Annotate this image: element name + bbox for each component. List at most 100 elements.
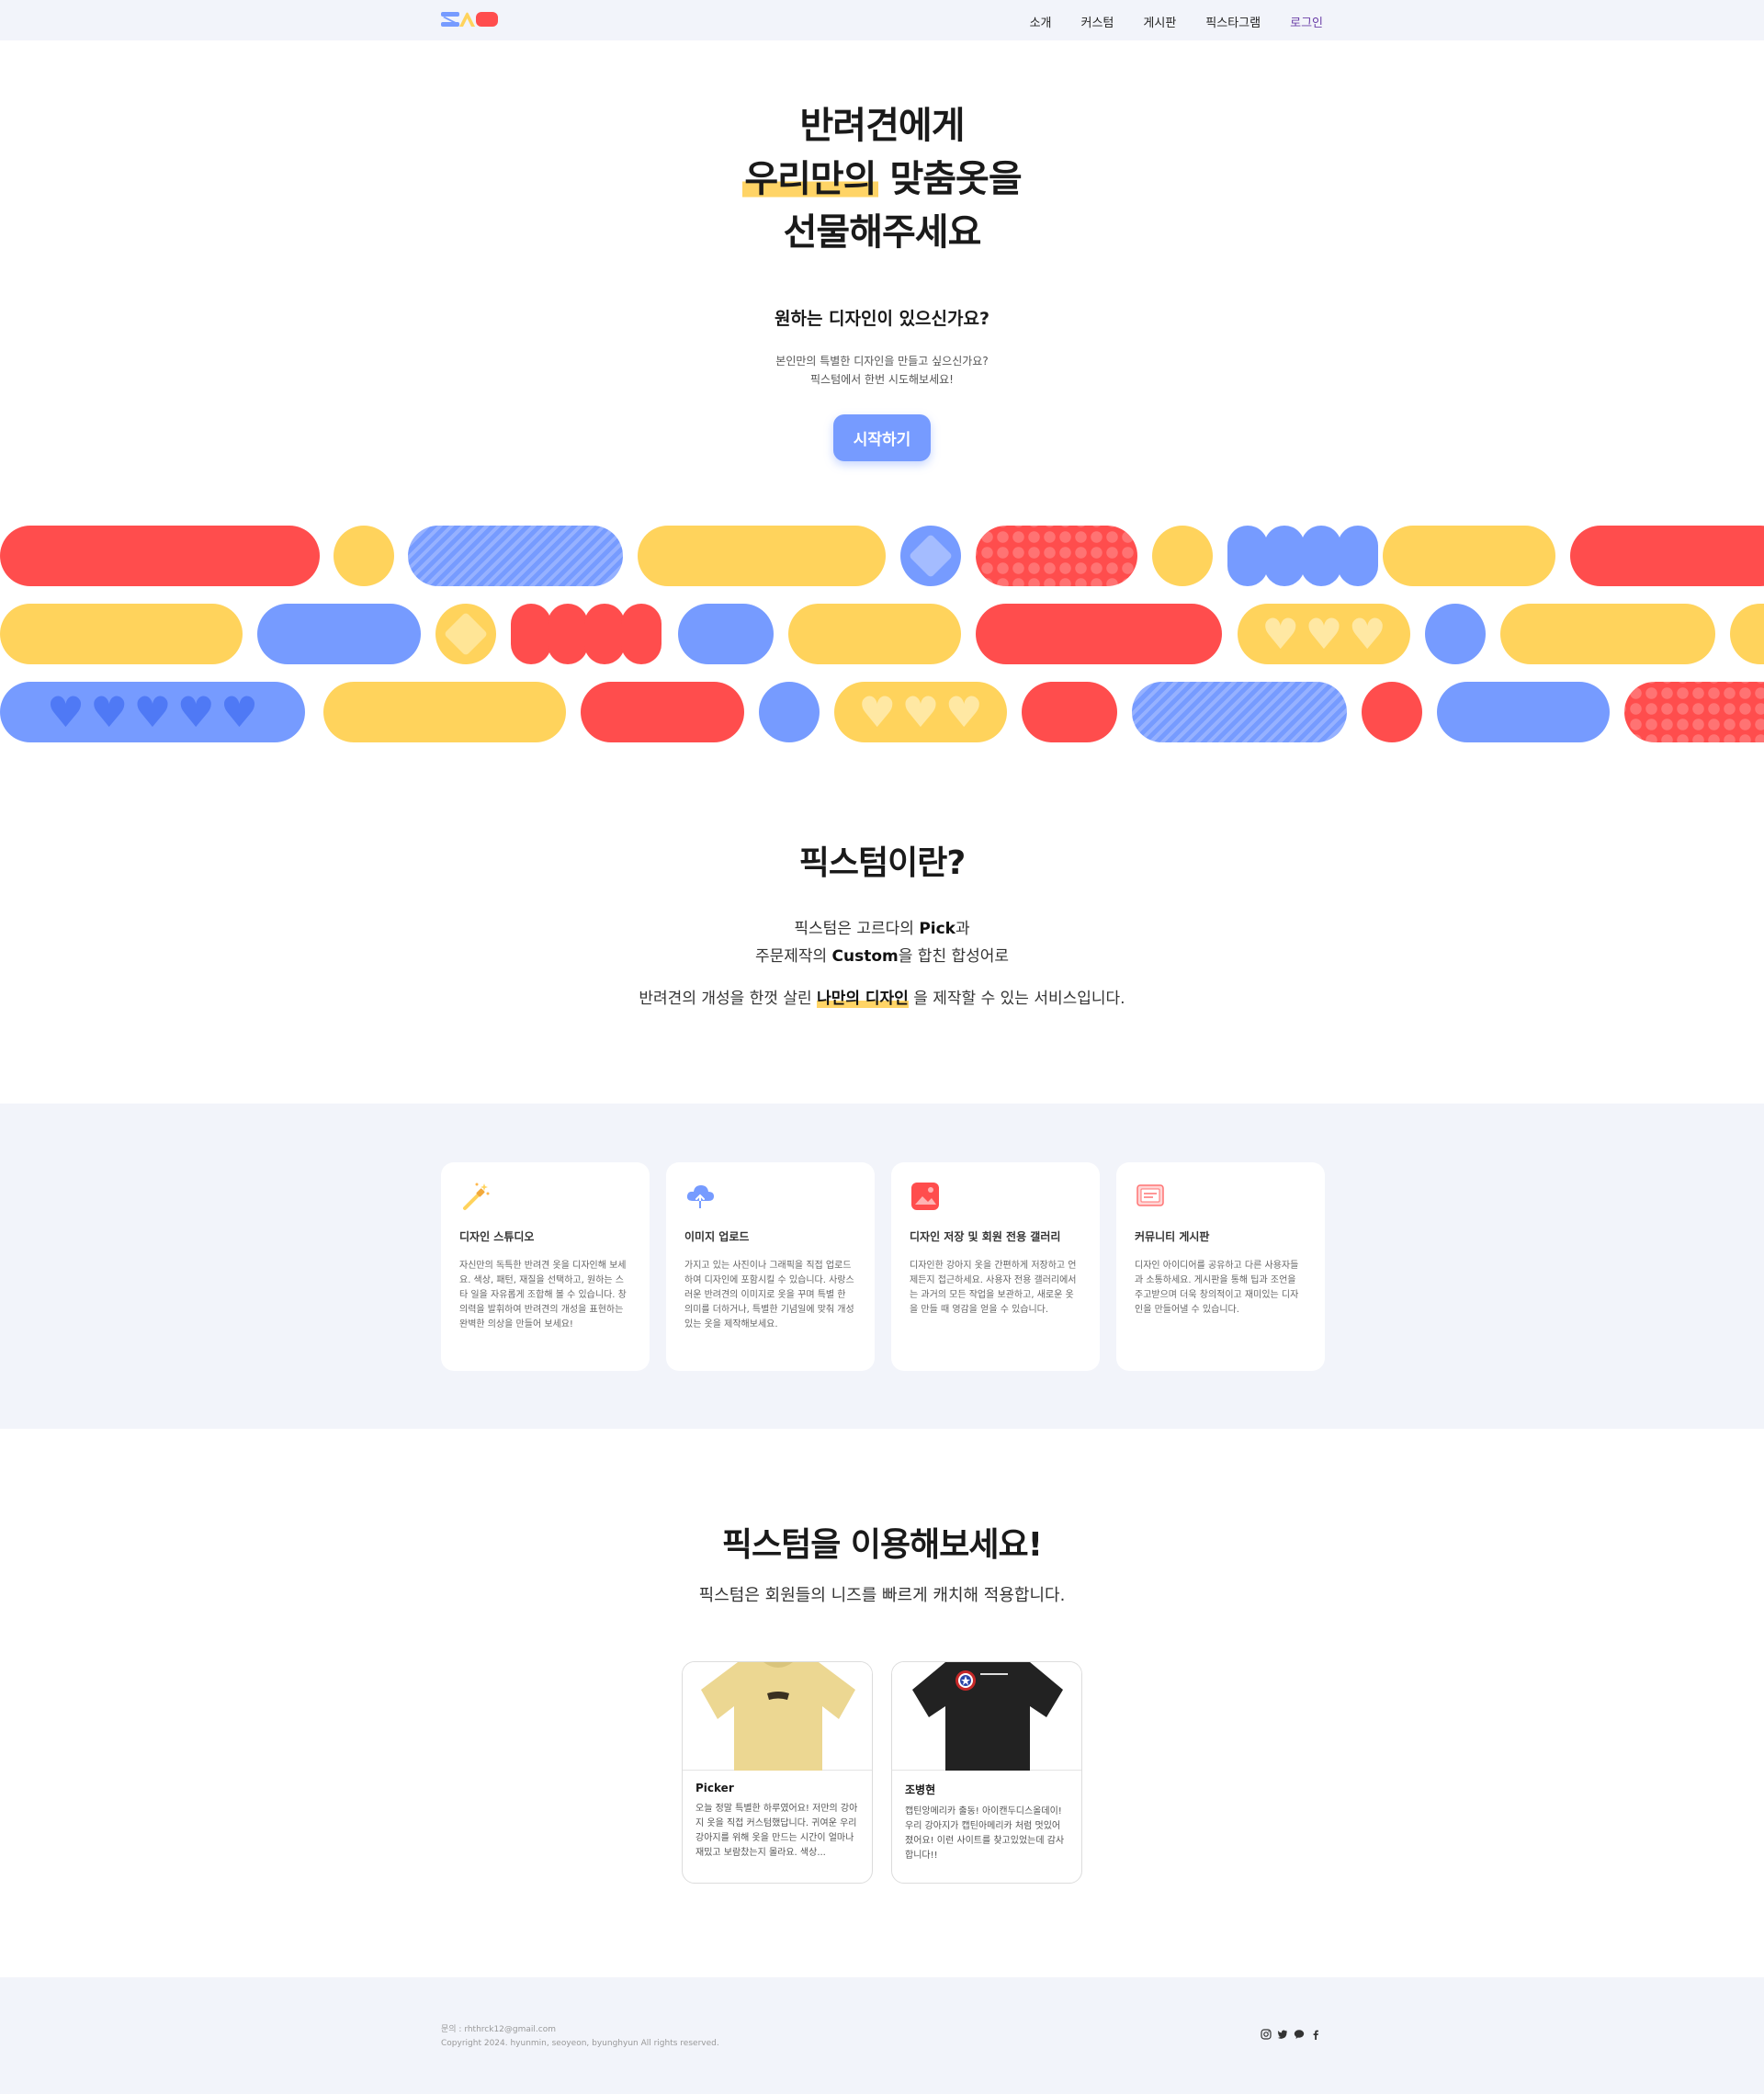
footer-contact[interactable]: 문의 : rhthrck12@gmail.com bbox=[441, 2023, 719, 2037]
nav-item-intro[interactable]: 소개 bbox=[1030, 13, 1052, 30]
decorative-shapes-band: ♥ ♥ ♥ ♥ ♥ ♥ ♥ ♥ ♥ ♥ ♥ bbox=[0, 526, 1764, 742]
about-summary: 반려견의 개성을 한껏 살린 나만의 디자인 을 제작할 수 있는 서비스입니다… bbox=[0, 985, 1764, 1008]
hearts-pill: ♥ ♥ ♥ bbox=[1238, 604, 1410, 664]
feature-cards: 디자인 스튜디오 자신만의 독특한 반려견 옷을 디자인해 보세요. 색상, 패… bbox=[441, 1162, 1325, 1371]
reviews-subtitle: 픽스텀은 회원들의 니즈를 빠르게 캐치해 적용합니다. bbox=[698, 1586, 1066, 1605]
feature-card-upload[interactable]: 이미지 업로드 가지고 있는 사진이나 그래픽을 직접 업로드하여 디자인에 포… bbox=[666, 1162, 875, 1371]
yellow-pill bbox=[0, 604, 243, 664]
footer: 문의 : rhthrck12@gmail.com Copyright 2024.… bbox=[0, 1977, 1764, 2094]
hero-title-line1: 반려견에게 bbox=[799, 105, 966, 147]
feature-desc: 가지고 있는 사진이나 그래픽을 직접 업로드하여 디자인에 포함시킬 수 있습… bbox=[684, 1261, 854, 1330]
feature-card-gallery[interactable]: 디자인 저장 및 회원 전용 갤러리 디자인한 강아지 옷을 간편하게 저장하고… bbox=[891, 1162, 1100, 1371]
hero-title: 반려견에게 우리만의 맞춤옷을 선물해주세요 bbox=[0, 99, 1764, 259]
nav-item-custom[interactable]: 커스텀 bbox=[1081, 13, 1114, 30]
shape-row-2: ♥ ♥ ♥ bbox=[0, 604, 1764, 664]
hearts-pill: ♥ ♥ ♥ ♥ ♥ bbox=[0, 682, 305, 742]
hero-desc-line2: 픽스텀에서 한번 시도해보세요! bbox=[810, 373, 954, 386]
yellow-pill bbox=[1500, 604, 1715, 664]
nav-menu: 소개 커스텀 게시판 픽스타그램 로그인 bbox=[1030, 13, 1323, 30]
review-text: 오늘 정말 특별한 하루였어요! 저만의 강아지 옷을 직접 커스텀했답니다. … bbox=[695, 1804, 858, 1858]
hero-title-line3: 선물해주세요 bbox=[783, 211, 982, 254]
gallery-icon bbox=[911, 1183, 939, 1210]
dotted-pill bbox=[976, 526, 1137, 586]
diamond-circle bbox=[900, 526, 961, 586]
top-nav: 소개 커스텀 게시판 픽스타그램 로그인 bbox=[0, 0, 1764, 40]
social-links bbox=[1261, 2029, 1321, 2040]
features-section: 디자인 스튜디오 자신만의 독특한 반려견 옷을 디자인해 보세요. 색상, 패… bbox=[0, 1104, 1764, 1429]
start-button[interactable]: 시작하기 bbox=[832, 414, 932, 461]
blue-circle bbox=[1425, 604, 1486, 664]
black-shirt-image bbox=[892, 1662, 1081, 1771]
red-pill bbox=[1022, 682, 1117, 742]
footer-copyright: Copyright 2024. hyunmin, seoyeon, byungh… bbox=[441, 2039, 719, 2048]
feature-desc: 디자인한 강아지 옷을 간편하게 저장하고 언제든지 접근하세요. 사용자 전용… bbox=[910, 1261, 1077, 1315]
blue-pill bbox=[257, 604, 421, 664]
shape-row-1 bbox=[0, 526, 1764, 586]
about-text-part: 픽스텀은 고르다의 bbox=[794, 920, 920, 938]
feature-title: 디자인 저장 및 회원 전용 갤러리 bbox=[910, 1230, 1061, 1243]
review-card[interactable]: Picker 오늘 정말 특별한 하루였어요! 저만의 강아지 옷을 직접 커스… bbox=[682, 1661, 873, 1884]
nav-item-login[interactable]: 로그인 bbox=[1290, 13, 1323, 30]
yellow-pill bbox=[638, 526, 886, 586]
nav-item-pixtagram[interactable]: 픽스타그램 bbox=[1205, 13, 1261, 30]
review-card[interactable]: 조병현 캡틴앙메리카 출동! 아이캔두디스올데이! 우리 강아지가 캡틴아메리카… bbox=[891, 1661, 1082, 1884]
blue-pill bbox=[1437, 682, 1610, 742]
about-pick-word: Pick bbox=[919, 920, 956, 938]
board-icon bbox=[1136, 1184, 1164, 1206]
review-cards: Picker 오늘 정말 특별한 하루였어요! 저만의 강아지 옷을 직접 커스… bbox=[682, 1661, 1082, 1884]
hero-description: 본인만의 특별한 디자인을 만들고 싶으신가요? 픽스텀에서 한번 시도해보세요… bbox=[0, 352, 1764, 389]
about-text-part: 과 bbox=[955, 920, 970, 938]
feature-title: 이미지 업로드 bbox=[684, 1230, 750, 1243]
feature-desc: 자신만의 독특한 반려견 옷을 디자인해 보세요. 색상, 패턴, 재질을 선택… bbox=[459, 1261, 627, 1330]
yellow-pill bbox=[1383, 526, 1555, 586]
about-text-part: 을 합친 합성어로 bbox=[898, 947, 1010, 966]
nav-item-board[interactable]: 게시판 bbox=[1143, 13, 1176, 30]
cloud-upload-icon bbox=[686, 1185, 714, 1209]
blue-circle bbox=[759, 682, 820, 742]
review-text: 캡틴앙메리카 출동! 아이캔두디스올데이! 우리 강아지가 캡틴아메리카 처럼 … bbox=[905, 1806, 1065, 1861]
yellow-pill bbox=[323, 682, 566, 742]
red-pill bbox=[976, 604, 1222, 664]
hero-section: 반려견에게 우리만의 맞춤옷을 선물해주세요 원하는 디자인이 있으신가요? 본… bbox=[0, 99, 1764, 461]
striped-pill bbox=[1132, 682, 1347, 742]
about-text-part: 주문제작의 bbox=[754, 947, 832, 966]
diamond-circle bbox=[435, 604, 496, 664]
scallop-shape bbox=[1227, 526, 1378, 586]
about-text: 픽스텀은 고르다의 Pick과 주문제작의 Custom을 합친 합성어로 bbox=[0, 915, 1764, 970]
about-highlight: 나만의 디자인 bbox=[817, 990, 909, 1008]
scallop-shape bbox=[511, 604, 662, 664]
reviews-title: 픽스텀을 이용해보세요! bbox=[721, 1526, 1043, 1564]
feature-card-community[interactable]: 커뮤니티 게시판 디자인 아이디어를 공유하고 다른 사용자들과 소통하세요. … bbox=[1116, 1162, 1325, 1371]
about-section: 픽스텀이란? 픽스텀은 고르다의 Pick과 주문제작의 Custom을 합친 … bbox=[0, 836, 1764, 1008]
facebook-icon[interactable] bbox=[1310, 2029, 1321, 2040]
review-author: 조병현 bbox=[905, 1783, 936, 1796]
chat-icon[interactable] bbox=[1294, 2029, 1305, 2040]
red-circle bbox=[1362, 682, 1422, 742]
review-author: Picker bbox=[695, 1782, 734, 1794]
red-pill bbox=[581, 682, 744, 742]
hero-title-line2: 맞춤옷을 bbox=[877, 158, 1022, 200]
blue-pill bbox=[678, 604, 774, 664]
yellow-shirt-image bbox=[683, 1662, 872, 1771]
shirt-image bbox=[701, 1662, 855, 1771]
hearts-pill: ♥ ♥ ♥ bbox=[834, 682, 1007, 742]
pixtum-logo[interactable] bbox=[441, 11, 498, 28]
yellow-pill bbox=[1730, 604, 1764, 664]
about-title: 픽스텀이란? bbox=[798, 844, 966, 882]
magic-wand-icon bbox=[463, 1183, 490, 1210]
footer-info: 문의 : rhthrck12@gmail.com Copyright 2024.… bbox=[441, 2023, 719, 2051]
yellow-circle bbox=[334, 526, 394, 586]
twitter-icon[interactable] bbox=[1277, 2029, 1288, 2040]
feature-title: 디자인 스튜디오 bbox=[459, 1230, 535, 1243]
dotted-pill bbox=[1624, 682, 1764, 742]
feature-desc: 디자인 아이디어를 공유하고 다른 사용자들과 소통하세요. 게시판을 통해 팁… bbox=[1135, 1261, 1299, 1315]
about-text-part: 반려견의 개성을 한껏 살린 bbox=[639, 990, 818, 1008]
hero-desc-line1: 본인만의 특별한 디자인을 만들고 싶으신가요? bbox=[775, 355, 989, 368]
feature-card-studio[interactable]: 디자인 스튜디오 자신만의 독특한 반려견 옷을 디자인해 보세요. 색상, 패… bbox=[441, 1162, 650, 1371]
red-pill bbox=[1570, 526, 1764, 586]
reviews-section: 픽스텀을 이용해보세요! 픽스텀은 회원들의 니즈를 빠르게 캐치해 적용합니다… bbox=[0, 1518, 1764, 1606]
shape-row-3: ♥ ♥ ♥ ♥ ♥ ♥ ♥ ♥ bbox=[0, 682, 1764, 742]
instagram-icon[interactable] bbox=[1261, 2029, 1272, 2040]
hero-question: 원하는 디자인이 있으신가요? bbox=[774, 309, 989, 329]
shirt-image bbox=[912, 1662, 1063, 1771]
